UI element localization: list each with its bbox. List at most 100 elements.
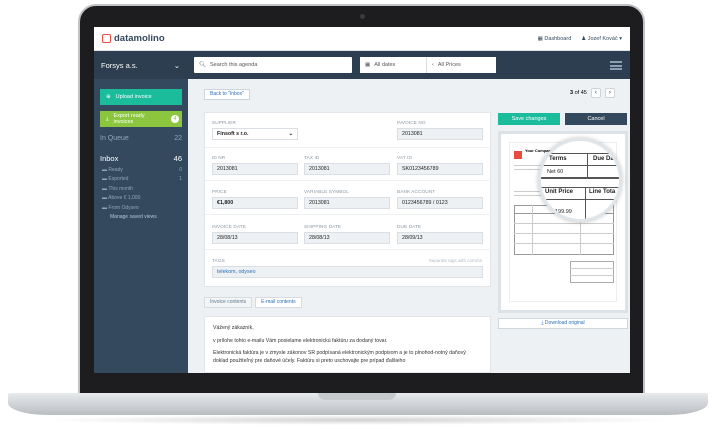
chevron-down-icon: ▾	[617, 35, 622, 42]
dates-label: All dates	[374, 62, 396, 68]
upload-invoice-button[interactable]: ⊕ Upload invoice	[100, 89, 182, 105]
sidebar-item-ready[interactable]: ▬ Ready 0	[100, 167, 182, 173]
due-date-input[interactable]: 28/09/13	[397, 232, 483, 244]
vat-id-field: VAT ID SK0123456789	[397, 155, 483, 175]
download-original-button[interactable]: ⤓ Download original	[498, 318, 628, 329]
inbox-label: Inbox	[100, 154, 119, 163]
search-input[interactable]: 🔍︎ Search this agenda	[194, 57, 352, 73]
user-menu[interactable]: ♟ Jozef Kováč ▾	[581, 36, 622, 42]
id-nr-input[interactable]: 2013081	[212, 163, 298, 175]
laptop-shadow	[40, 415, 676, 425]
invoice-form: Supplier Finsoft s r.o. ⌄ Invoice No 2013…	[204, 112, 492, 287]
mag-line-total: Line Tota	[589, 189, 616, 195]
logo-icon	[102, 34, 111, 43]
tags-input[interactable]: telekom, odyseo	[212, 266, 483, 278]
company-selector[interactable]: Forsys a.s. ⌄	[94, 61, 188, 70]
back-button[interactable]: Back to "Inbox"	[204, 89, 250, 100]
sidebar-item-inbox[interactable]: Inbox 46	[100, 154, 182, 163]
price-input[interactable]: €1,800	[212, 197, 298, 209]
pager-total: of 45	[574, 90, 587, 96]
mag-unit-price: Unit Price	[545, 189, 574, 195]
pager-text: 3 of 45	[570, 90, 587, 96]
mag-terms: Terms	[549, 156, 567, 162]
shipping-date-field: Shipping date 28/08/13	[304, 224, 390, 244]
doc-line	[570, 268, 614, 269]
export-button[interactable]: ⤓ Export ready invoices 4	[100, 111, 182, 127]
bank-account-label: Bank account	[397, 189, 436, 194]
vat-id-input[interactable]: SK0123456789	[397, 163, 483, 175]
sidebar-item-exported[interactable]: ▬ Exported 1	[100, 176, 182, 182]
supplier-select[interactable]: Finsoft s r.o. ⌄	[212, 128, 298, 140]
doc-line	[532, 205, 533, 255]
mag-line	[541, 153, 619, 154]
email-paragraph: Elektronická faktúra je v zmysle zákonov…	[213, 350, 466, 364]
email-content: Vážený zákazník, v prílohe tohto e-mailu…	[204, 316, 491, 373]
sidebar-item-above-1000[interactable]: ▬ Above € 1,000	[100, 195, 182, 201]
doc-line	[514, 233, 614, 234]
chevron-left-icon: ‹	[432, 62, 434, 68]
bank-account-input[interactable]: 0123456789 / 0123	[397, 197, 483, 209]
prev-button[interactable]: ‹	[590, 88, 601, 98]
download-label: Download original	[544, 320, 585, 326]
tab-email-contents[interactable]: E-mail contents	[255, 297, 302, 308]
mag-line	[541, 187, 619, 188]
laptop-notch	[318, 393, 396, 400]
dashboard-link[interactable]: ▦ Dashboard	[538, 36, 572, 42]
due-date-label: Due date	[397, 224, 422, 229]
mag-due: Due Da	[593, 156, 614, 162]
tax-id-field: Tax ID 2013081	[304, 155, 390, 175]
chevron-down-icon: ⌄	[288, 131, 293, 137]
sidebar-item-count: 0	[179, 166, 182, 173]
sidebar-item-this-month[interactable]: ▬ This month	[100, 186, 182, 192]
supplier-value: Finsoft s r.o.	[217, 131, 249, 137]
download-icon: ⤓	[106, 115, 109, 122]
next-button[interactable]: ›	[604, 88, 615, 98]
manage-views-link[interactable]: Manage saved views	[100, 214, 182, 220]
mag-line	[585, 187, 586, 219]
save-button[interactable]: Save changes	[498, 113, 560, 125]
tab-invoice-contents[interactable]: Invoice contents	[204, 297, 253, 308]
variable-symbol-input[interactable]: 2013081	[304, 197, 390, 209]
invoice-date-field: Invoice date 28/08/13	[212, 224, 298, 244]
bank-account-field: Bank account 0123456789 / 0123	[397, 189, 483, 209]
mag-net: Net 60	[547, 169, 564, 175]
prices-filter[interactable]: ‹ All Prices	[426, 57, 496, 73]
menu-icon[interactable]	[610, 60, 622, 70]
cancel-button[interactable]: Cancel	[565, 113, 627, 125]
email-paragraph: v prílohe tohto e-mailu Vám posielame el…	[213, 337, 388, 344]
content-tabs: Invoice contents E-mail contents	[204, 297, 302, 308]
tax-id-label: Tax ID	[304, 155, 320, 160]
price-field: Price €1,800	[212, 189, 298, 209]
doc-totals	[570, 261, 614, 283]
shipping-date-label: Shipping date	[304, 224, 342, 229]
invoice-no-label: Invoice No	[397, 120, 426, 125]
doc-line	[514, 243, 614, 244]
sidebar-item-label: Ready	[108, 166, 123, 173]
supplier-field: Supplier Finsoft s r.o. ⌄	[212, 120, 298, 140]
divider	[205, 147, 492, 148]
mag-unit-value: 199.99	[555, 209, 572, 215]
dates-filter[interactable]: ▦ All dates	[360, 57, 426, 73]
supplier-label: Supplier	[212, 120, 236, 125]
chevron-down-icon: ⌄	[173, 60, 180, 70]
price-label: Price	[212, 189, 227, 194]
camera	[360, 14, 365, 19]
shipping-date-input[interactable]: 28/08/13	[304, 232, 390, 244]
company-name: Forsys a.s.	[101, 60, 138, 70]
doc-line	[514, 223, 614, 224]
sidebar-item-queue[interactable]: In Queue 22	[100, 135, 182, 142]
mag-line	[587, 153, 588, 177]
upload-label: Upload invoice	[115, 94, 152, 100]
tags-hint: Separate tags with comma	[428, 258, 482, 263]
logo[interactable]: datamolino	[102, 33, 165, 44]
invoice-date-input[interactable]: 28/08/13	[212, 232, 298, 244]
tax-id-input[interactable]: 2013081	[304, 163, 390, 175]
upload-icon: ⊕	[106, 94, 111, 100]
company-logo-icon	[514, 151, 522, 159]
doc-line	[570, 275, 614, 276]
queue-count: 22	[174, 135, 182, 142]
export-label: Export ready invoices	[113, 113, 145, 125]
due-date-field: Due date 28/09/13	[397, 224, 483, 244]
sidebar-item-from-odyseo[interactable]: ▬ From Odyseo	[100, 205, 182, 211]
invoice-no-input[interactable]: 2013081	[397, 128, 483, 140]
